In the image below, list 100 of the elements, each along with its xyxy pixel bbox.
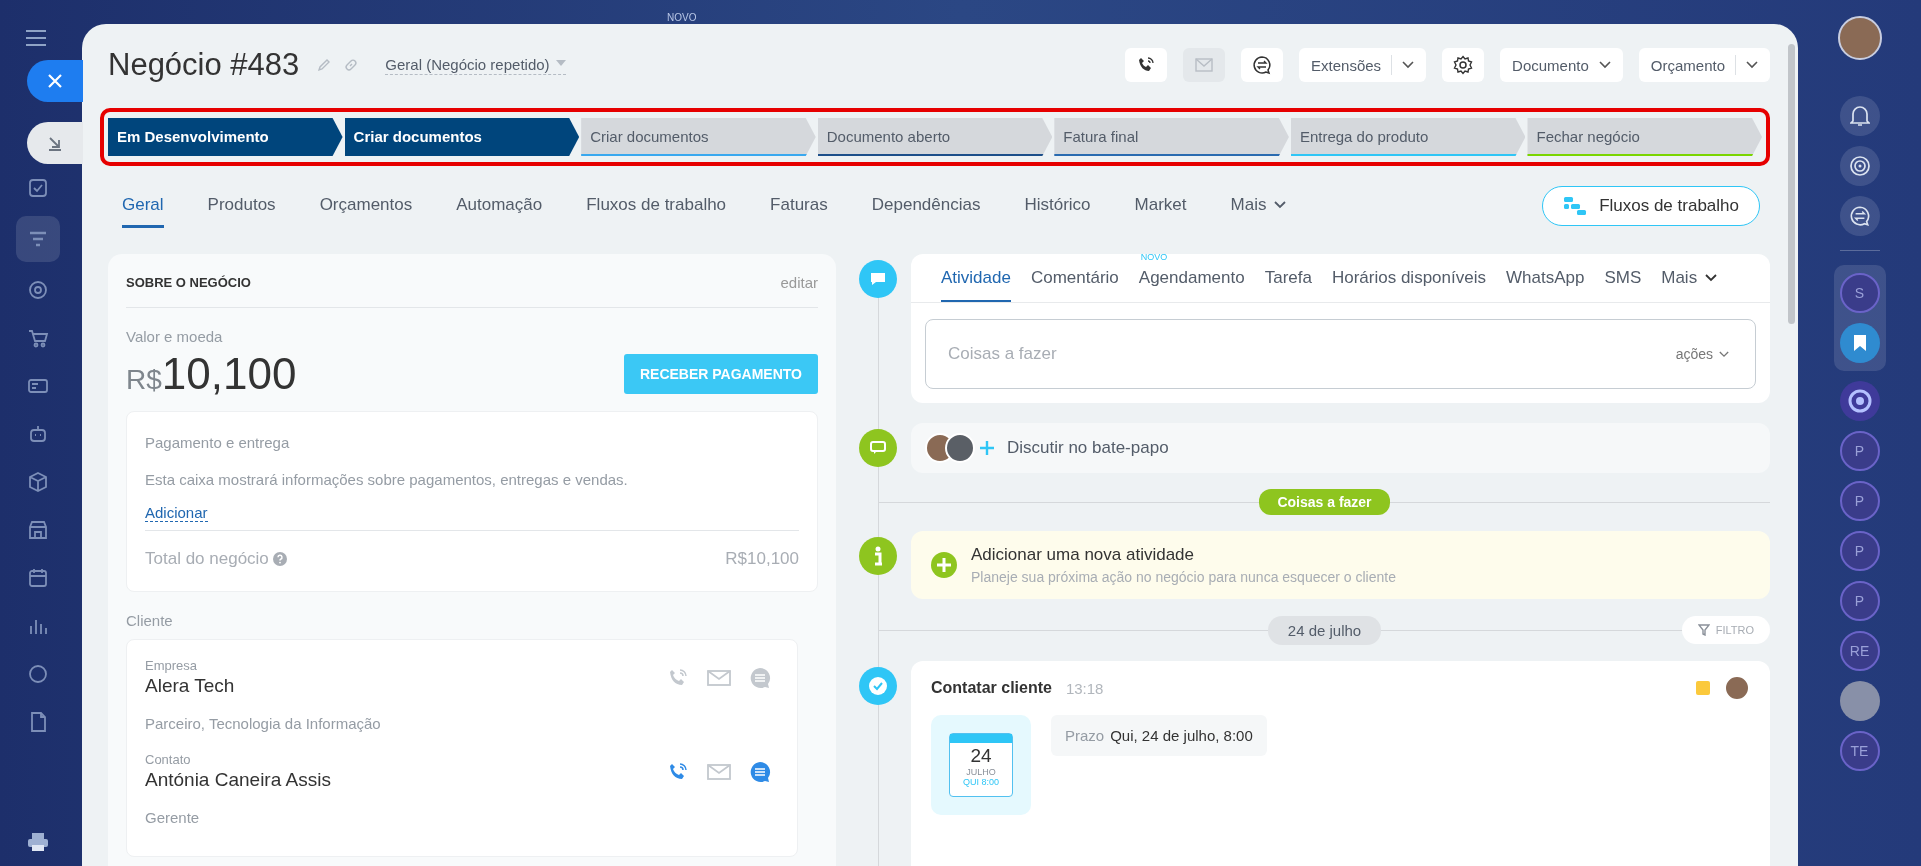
caret-icon[interactable] (1598, 61, 1611, 69)
stage-step[interactable]: Criar documentos (344, 118, 580, 156)
cart-icon[interactable] (27, 327, 49, 349)
tab[interactable]: Market (1134, 184, 1187, 228)
collapse-arrow-icon[interactable] (47, 135, 63, 151)
calendar-icon[interactable] (27, 567, 49, 589)
close-button[interactable] (27, 60, 83, 102)
calendar-day: 24 (970, 745, 992, 767)
scrollbar-thumb[interactable] (1787, 44, 1795, 324)
printer-icon[interactable] (27, 832, 49, 852)
activity-tab[interactable]: Comentário (1030, 268, 1119, 302)
activity-tab[interactable]: Atividade (941, 268, 1011, 302)
tab[interactable]: Produtos (207, 184, 276, 228)
chat-button[interactable] (1241, 48, 1284, 82)
info-icon (859, 537, 897, 575)
chat-avatar[interactable]: TE (1839, 731, 1880, 771)
swirl-avatar[interactable] (1839, 381, 1880, 421)
call-button[interactable] (1125, 48, 1168, 82)
calendar-bar (950, 734, 1012, 743)
dropdown-button[interactable]: Documento (1500, 48, 1623, 82)
phone-icon[interactable] (1137, 56, 1156, 74)
caret-icon[interactable] (1705, 274, 1718, 282)
store-icon[interactable] (27, 519, 49, 541)
activity-tab[interactable]: WhatsApp (1505, 268, 1585, 302)
collapse-button[interactable] (27, 122, 83, 164)
chat-avatar[interactable]: P (1839, 581, 1880, 621)
tab[interactable]: Faturas (770, 184, 828, 228)
deal-title: Negócio #483 (108, 47, 300, 83)
cube-icon[interactable] (27, 471, 49, 493)
activity-tab[interactable]: Mais (1661, 268, 1718, 302)
chat-button[interactable] (1839, 196, 1880, 236)
split-button[interactable]: Extensões (1299, 48, 1427, 82)
bookmark-button[interactable] (1839, 323, 1880, 363)
activity-tab[interactable]: Horários disponíveis (1331, 268, 1486, 302)
photo-placeholder[interactable] (1839, 681, 1880, 721)
stage-step[interactable]: Fechar negócio (1527, 118, 1763, 156)
robot-icon[interactable] (27, 423, 49, 445)
circle-icon[interactable] (27, 663, 49, 685)
add-activity-title[interactable]: Adicionar uma nova atividade (971, 545, 1396, 565)
swirl-icon[interactable] (1846, 388, 1873, 414)
client-role: Empresa (145, 658, 199, 673)
stage-step[interactable]: Criar documentos (581, 118, 816, 156)
filter-icon[interactable] (1697, 624, 1710, 636)
deadline-value[interactable]: Qui, 24 de julho, 8:00 (1110, 727, 1253, 744)
discuss-in-chat-link[interactable]: Discutir no bate-papo (1007, 438, 1169, 458)
tab[interactable]: Dependências (871, 184, 981, 228)
comment-icon (859, 260, 897, 298)
stage-step[interactable]: Fatura final (1054, 118, 1289, 156)
tab[interactable]: Geral (122, 184, 164, 228)
menu-icon[interactable] (26, 30, 46, 46)
settings-button[interactable] (1442, 48, 1485, 82)
user-avatar[interactable] (1837, 16, 1882, 60)
actions-dropdown[interactable]: ações (1669, 345, 1735, 363)
stage-step[interactable]: Em Desenvolvimento (108, 118, 343, 156)
client-name[interactable]: Alera Tech (145, 675, 235, 697)
close-icon[interactable] (48, 74, 62, 88)
add-activity-hint: Planeje sua próxima ação no negócio para nunca esquecer o cliente (971, 569, 1396, 585)
date-pill: 24 de julho (1267, 615, 1382, 645)
activity-tab[interactable]: SMS (1604, 268, 1642, 302)
notifications-button[interactable] (1839, 96, 1880, 136)
stage-step[interactable]: Entrega do produto (1290, 118, 1526, 156)
bell-icon[interactable] (1849, 105, 1870, 127)
workflow-button[interactable]: Fluxos de trabalho (1542, 186, 1760, 226)
todo-input-field[interactable]: Coisas a fazer ações (925, 319, 1756, 389)
new-label: NOVO (1140, 252, 1168, 262)
add-link[interactable]: Adicionar (145, 504, 208, 522)
bookmark-icon[interactable] (1852, 334, 1867, 352)
client-role: Contato (145, 752, 192, 767)
total-value: R$10,100 (725, 549, 799, 569)
chat-avatar[interactable]: P (1839, 481, 1880, 521)
task-title[interactable]: Contatar cliente (931, 679, 1052, 697)
checkbox-icon[interactable] (27, 177, 49, 199)
deadline-label: Prazo (1065, 727, 1105, 744)
chat-avatar[interactable]: P (1839, 431, 1880, 471)
target-icon[interactable] (27, 279, 49, 301)
caret-icon[interactable] (1402, 61, 1415, 69)
chat-icon[interactable] (1252, 55, 1273, 75)
tab[interactable]: Fluxos de trabalho (586, 184, 727, 228)
split-button[interactable]: Orçamento (1638, 48, 1770, 82)
tab[interactable]: Mais (1230, 184, 1287, 228)
help-icon[interactable] (272, 552, 287, 566)
stage-step[interactable]: Documento aberto (817, 118, 1053, 156)
flag-icon (1696, 681, 1710, 695)
client-name[interactable]: Antónia Caneira Assis (145, 769, 331, 791)
activity-tab[interactable]: Tarefa (1264, 268, 1312, 302)
tab[interactable]: Automação (456, 184, 543, 228)
chat-icon[interactable] (1848, 205, 1871, 227)
swirl-button[interactable] (1839, 146, 1880, 186)
check-icon (859, 667, 897, 705)
pipeline-dropdown[interactable]: Geral (Negócio repetido) (385, 55, 566, 75)
deal-amount: 10,100 (161, 349, 297, 399)
tab[interactable]: Orçamentos (319, 184, 413, 228)
chat-avatar[interactable]: RE (1839, 631, 1880, 671)
swirl-icon[interactable] (1848, 155, 1871, 177)
chat-avatar[interactable]: P (1839, 531, 1880, 571)
caret-icon[interactable] (1274, 200, 1287, 209)
caret-icon[interactable] (1746, 61, 1758, 69)
tab[interactable]: Histórico (1024, 184, 1091, 228)
settings-icon[interactable] (1453, 55, 1474, 75)
chat-avatar[interactable]: S (1839, 273, 1880, 313)
